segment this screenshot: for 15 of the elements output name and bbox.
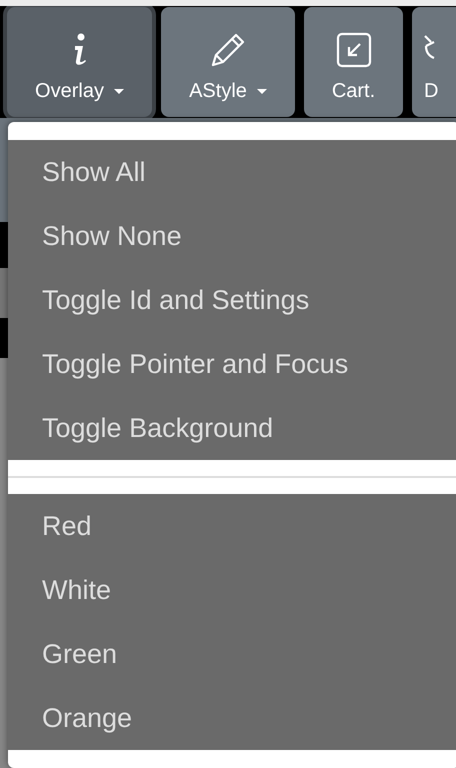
toolbar-button[interactable]: D	[412, 7, 456, 117]
toolbar-button[interactable]: Cart.	[304, 7, 403, 117]
menu-item[interactable]: White	[8, 558, 456, 622]
menu-item[interactable]: Toggle Pointer and Focus	[8, 332, 456, 396]
toolbar-button[interactable]: AStyle	[161, 7, 295, 117]
menu-item[interactable]: Toggle Id and Settings	[8, 268, 456, 332]
toolbar-button[interactable]: Overlay	[7, 7, 152, 117]
menu-item[interactable]: Orange	[8, 686, 456, 750]
pencil-icon	[210, 32, 246, 68]
menu-item[interactable]: Green	[8, 622, 456, 686]
menu-item[interactable]: Show All	[8, 140, 456, 204]
menu-item[interactable]: Red	[8, 494, 456, 558]
menu-item[interactable]: Toggle Background	[8, 396, 456, 460]
menu-item[interactable]: Show None	[8, 204, 456, 268]
arrow-box-icon	[336, 32, 372, 68]
